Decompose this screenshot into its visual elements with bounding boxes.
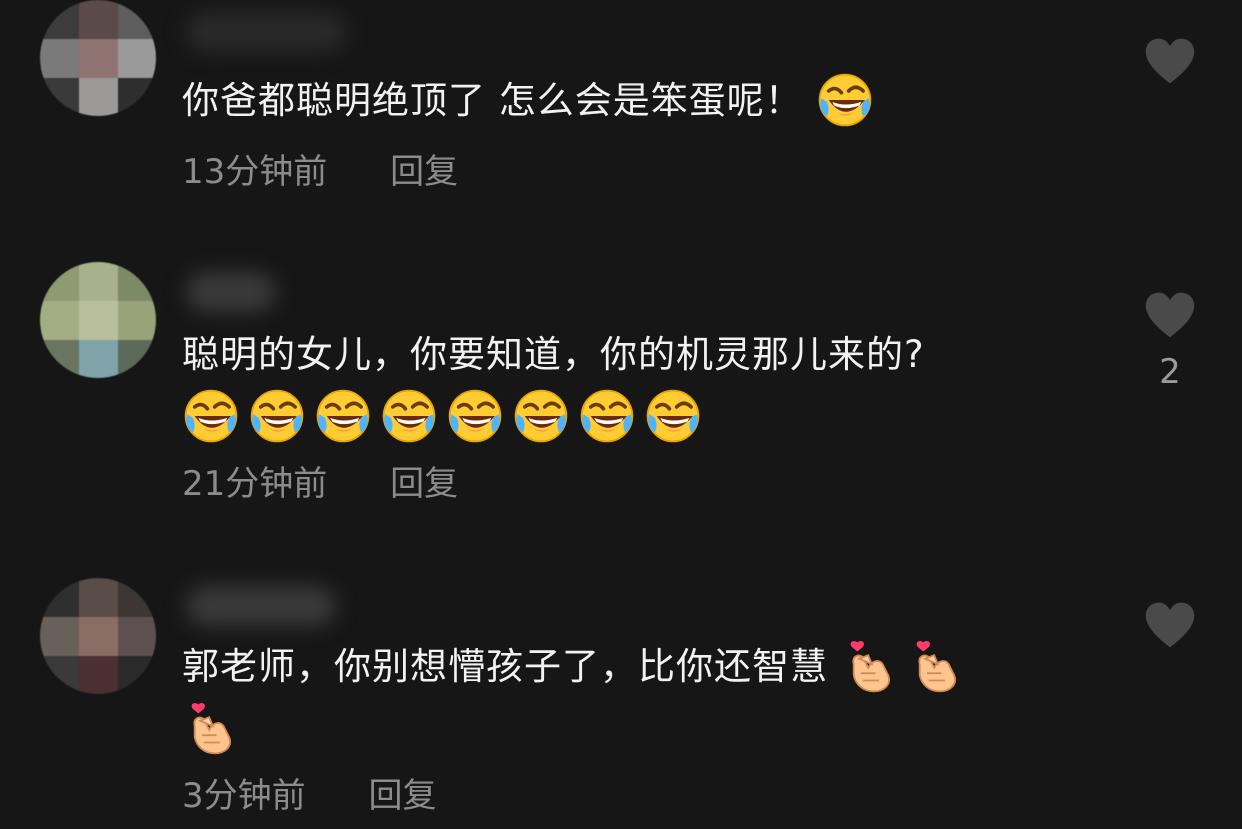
like-button[interactable]	[1140, 600, 1200, 650]
timestamp: 3分钟前	[182, 776, 306, 816]
comment-meta: 3分钟前 回复	[182, 776, 436, 816]
finger-heart-emoji	[182, 699, 240, 757]
finger-heart-emoji	[841, 637, 899, 695]
username-blurred[interactable]	[186, 586, 336, 626]
comment-item: 郭老师，你别想懵孩子了，比你还智慧 3分钟前 回复	[0, 0, 1242, 829]
finger-heart-emoji	[907, 637, 965, 695]
comment-text-content: 郭老师，你别想懵孩子了，比你还智慧	[182, 645, 828, 688]
avatar[interactable]	[40, 578, 156, 694]
comment-text: 郭老师，你别想懵孩子了，比你还智慧	[182, 636, 1102, 760]
heart-icon[interactable]	[1142, 600, 1198, 650]
reply-button[interactable]: 回复	[368, 776, 436, 816]
